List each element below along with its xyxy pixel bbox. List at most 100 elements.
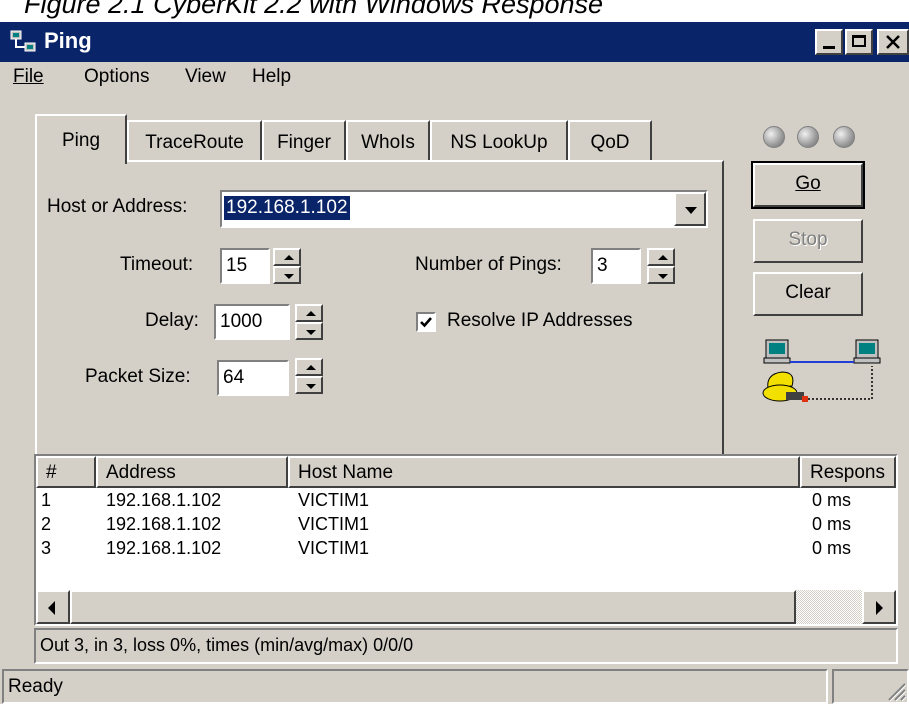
row-response: 0 ms [812,538,852,558]
clear-button-label: Clear [785,282,831,303]
menu-view[interactable]: View [185,66,226,88]
column-header-response[interactable]: Respons [800,456,896,488]
status-text: Ready [8,676,63,697]
row-host-name: VICTIM1 [298,538,370,558]
arrow-up-icon [306,365,316,370]
timeout-stepper[interactable] [273,248,301,284]
resize-grip-icon [888,683,907,702]
packet-size-up-button[interactable] [295,358,323,376]
column-header-host-name-label: Host Name [298,462,394,483]
arrow-right-icon [876,601,883,615]
host-dropdown-button[interactable] [674,192,706,226]
menu-options[interactable]: Options [84,66,149,88]
tab-finger[interactable]: Finger [262,120,346,162]
scroll-left-button[interactable] [36,590,70,624]
packet-size-down-button[interactable] [295,376,323,394]
host-label: Host or Address: [47,196,188,217]
row-index: 3 [41,538,52,558]
window-titlebar[interactable]: Ping [0,22,909,62]
tab-ping[interactable]: Ping [35,114,127,164]
maximize-button[interactable] [845,29,873,55]
close-button[interactable] [877,29,909,55]
delay-down-button[interactable] [295,322,323,340]
arrow-up-icon [658,255,668,260]
window-title: Ping [44,28,92,53]
menu-bar: File Options View Help [0,62,909,98]
number-of-pings-label: Number of Pings: [415,254,562,275]
row-index: 1 [41,490,52,510]
arrow-left-icon [48,601,55,615]
status-led-1 [763,126,785,148]
tab-traceroute[interactable]: TraceRoute [127,120,262,162]
number-of-pings-stepper[interactable] [647,248,675,284]
row-address: 192.168.1.102 [106,514,222,534]
column-header-host-name[interactable]: Host Name [288,456,800,488]
menu-file[interactable]: File [13,66,44,88]
column-header-index[interactable]: # [36,456,96,488]
delay-stepper[interactable] [295,304,323,340]
delay-up-button[interactable] [295,304,323,322]
pings-down-button[interactable] [647,266,675,284]
minimize-button[interactable] [815,29,843,55]
column-header-index-label: # [46,462,57,483]
timeout-down-button[interactable] [273,266,301,284]
tab-traceroute-label: TraceRoute [145,132,244,153]
delay-value: 1000 [220,311,263,332]
results-list[interactable]: # Address Host Name Respons 1 192.168.1.… [34,454,898,626]
chevron-down-icon [685,207,697,214]
scroll-thumb[interactable] [70,590,796,624]
tab-qod[interactable]: QoD [568,120,652,162]
tab-whois[interactable]: WhoIs [346,120,430,162]
menu-help[interactable]: Help [252,66,291,88]
resolve-ip-checkbox[interactable] [416,312,436,332]
network-ping-illustration-icon [762,339,881,402]
resolve-ip-label: Resolve IP Addresses [447,310,633,331]
number-of-pings-value: 3 [597,255,608,276]
delay-input[interactable]: 1000 [214,304,290,340]
go-button-label: Go [795,173,821,194]
table-row[interactable]: 1 192.168.1.102 VICTIM1 0 ms [36,490,896,514]
tab-finger-label: Finger [277,132,331,153]
minimize-icon [823,46,835,49]
horizontal-scrollbar[interactable] [36,590,896,624]
ping-summary: Out 3, in 3, loss 0%, times (min/avg/max… [34,628,898,664]
menu-file-label: File [13,66,44,87]
row-host-name: VICTIM1 [298,490,370,510]
packet-size-label: Packet Size: [85,366,191,387]
clear-button[interactable]: Clear [753,272,863,316]
status-led-3 [833,126,855,148]
row-index: 2 [41,514,52,534]
checkmark-icon [420,317,432,328]
menu-help-label: Help [252,66,292,87]
table-row[interactable]: 2 192.168.1.102 VICTIM1 0 ms [36,514,896,538]
scroll-track[interactable] [796,590,862,624]
close-icon [886,35,900,49]
packet-size-value: 64 [223,367,245,388]
tab-qod-label: QoD [590,132,630,153]
timeout-input[interactable]: 15 [220,248,270,284]
status-led-2 [797,126,819,148]
timeout-up-button[interactable] [273,248,301,266]
packet-size-stepper[interactable] [295,358,323,394]
row-host-name: VICTIM1 [298,514,370,534]
pings-up-button[interactable] [647,248,675,266]
table-row[interactable]: 3 192.168.1.102 VICTIM1 0 ms [36,538,896,562]
scroll-right-button[interactable] [862,590,896,624]
network-app-icon [10,30,36,52]
tab-ns-lookup[interactable]: NS LookUp [430,120,568,162]
arrow-down-icon [658,274,668,279]
column-header-address[interactable]: Address [96,456,288,488]
go-button[interactable]: Go [751,161,865,209]
column-header-response-label: Respons [810,462,885,483]
row-address: 192.168.1.102 [106,490,222,510]
arrow-up-icon [284,255,294,260]
host-combobox[interactable]: 192.168.1.102 [220,190,708,228]
stop-button[interactable]: Stop [753,219,863,263]
arrow-up-icon [306,311,316,316]
number-of-pings-input[interactable]: 3 [591,248,641,284]
maximize-icon [852,35,866,47]
packet-size-input[interactable]: 64 [217,360,289,396]
tab-ns-lookup-label: NS LookUp [450,132,548,153]
arrow-down-icon [284,274,294,279]
row-response: 0 ms [812,514,852,534]
